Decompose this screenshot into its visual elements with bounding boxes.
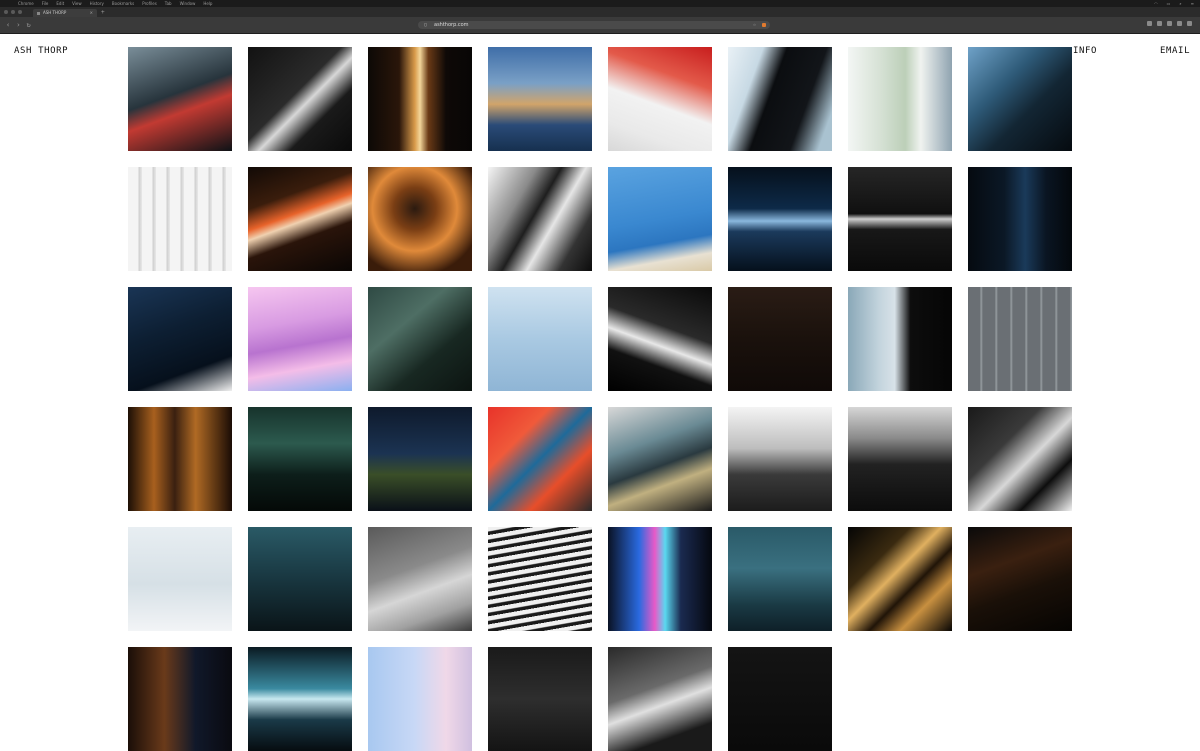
photo-thumbnail[interactable] bbox=[368, 407, 472, 511]
menu-item[interactable]: History bbox=[90, 0, 104, 7]
wifi-icon[interactable]: ◠ bbox=[1154, 0, 1158, 7]
photo-thumbnail[interactable] bbox=[248, 647, 352, 751]
photo-thumbnail[interactable] bbox=[368, 287, 472, 391]
extension-icon[interactable] bbox=[1157, 21, 1162, 26]
photo-thumbnail[interactable] bbox=[608, 287, 712, 391]
close-tab-icon[interactable]: × bbox=[90, 9, 93, 17]
photo-thumbnail[interactable] bbox=[728, 407, 832, 511]
tab-title: ASH THORP bbox=[43, 10, 67, 15]
nav-email-link[interactable]: EMAIL bbox=[1160, 46, 1190, 56]
photo-thumbnail[interactable] bbox=[128, 527, 232, 631]
menu-item[interactable]: File bbox=[42, 0, 49, 7]
photo-thumbnail[interactable] bbox=[968, 407, 1072, 511]
photo-thumbnail[interactable] bbox=[368, 47, 472, 151]
photo-thumbnail[interactable] bbox=[728, 167, 832, 271]
close-window-icon[interactable] bbox=[4, 10, 8, 14]
photo-thumbnail[interactable] bbox=[128, 167, 232, 271]
favicon-icon bbox=[37, 11, 40, 15]
control-center-icon[interactable]: ≡ bbox=[1191, 0, 1194, 7]
status-icons: ◠ ▭ ⌕ ≡ bbox=[1154, 0, 1194, 7]
bookmark-star-icon[interactable]: ☆ bbox=[753, 21, 756, 29]
photo-thumbnail[interactable] bbox=[608, 647, 712, 751]
photo-thumbnail[interactable] bbox=[488, 407, 592, 511]
photo-thumbnail[interactable] bbox=[968, 167, 1072, 271]
browser-toolbar: ‹ › ↻ ▢ ashthorp.com ☆ bbox=[0, 17, 1200, 34]
os-menubar: Chrome File Edit View History Bookmarks … bbox=[0, 0, 1200, 7]
photo-thumbnail[interactable] bbox=[128, 647, 232, 751]
menu-item[interactable]: Window bbox=[180, 0, 196, 7]
url-text[interactable]: ashthorp.com bbox=[434, 21, 469, 29]
photo-thumbnail[interactable] bbox=[848, 407, 952, 511]
app-menus: Chrome File Edit View History Bookmarks … bbox=[18, 0, 212, 7]
photo-thumbnail[interactable] bbox=[248, 287, 352, 391]
search-icon[interactable]: ⌕ bbox=[1179, 0, 1181, 7]
battery-icon[interactable]: ▭ bbox=[1167, 0, 1171, 7]
photo-grid bbox=[128, 47, 1072, 751]
menu-item[interactable]: Tab bbox=[165, 0, 172, 7]
photo-thumbnail[interactable] bbox=[128, 47, 232, 151]
photo-thumbnail[interactable] bbox=[488, 527, 592, 631]
photo-thumbnail[interactable] bbox=[248, 47, 352, 151]
nav-info-link[interactable]: INFO bbox=[1073, 46, 1097, 56]
menu-item[interactable]: Profiles bbox=[142, 0, 157, 7]
extension-icon[interactable] bbox=[1167, 21, 1172, 26]
photo-thumbnail[interactable] bbox=[368, 167, 472, 271]
photo-thumbnail[interactable] bbox=[248, 527, 352, 631]
photo-thumbnail[interactable] bbox=[248, 167, 352, 271]
photo-thumbnail[interactable] bbox=[368, 527, 472, 631]
photo-thumbnail[interactable] bbox=[608, 407, 712, 511]
nav-buttons: ‹ › ↻ bbox=[6, 20, 31, 30]
photo-thumbnail[interactable] bbox=[488, 647, 592, 751]
site-title[interactable]: ASH THORP bbox=[14, 46, 68, 56]
browser-tab[interactable]: ASH THORP × bbox=[33, 9, 97, 17]
back-arrow-icon[interactable]: ‹ bbox=[6, 20, 10, 30]
extension-icon[interactable] bbox=[762, 23, 766, 27]
photo-thumbnail[interactable] bbox=[248, 407, 352, 511]
menu-item[interactable]: View bbox=[72, 0, 82, 7]
forward-arrow-icon[interactable]: › bbox=[16, 20, 20, 30]
tab-strip: ASH THORP × + bbox=[0, 7, 1200, 17]
photo-thumbnail[interactable] bbox=[728, 47, 832, 151]
photo-thumbnail[interactable] bbox=[968, 47, 1072, 151]
photo-thumbnail[interactable] bbox=[368, 647, 472, 751]
photo-thumbnail[interactable] bbox=[848, 47, 952, 151]
menu-item[interactable]: Bookmarks bbox=[112, 0, 134, 7]
photo-thumbnail[interactable] bbox=[488, 167, 592, 271]
menu-dots-icon[interactable] bbox=[1187, 21, 1192, 26]
reload-icon[interactable]: ↻ bbox=[26, 20, 30, 30]
menu-item[interactable]: Help bbox=[203, 0, 212, 7]
new-tab-button[interactable]: + bbox=[101, 9, 105, 17]
photo-thumbnail[interactable] bbox=[488, 47, 592, 151]
extension-icon[interactable] bbox=[1147, 21, 1152, 26]
photo-thumbnail[interactable] bbox=[848, 167, 952, 271]
photo-thumbnail[interactable] bbox=[848, 287, 952, 391]
photo-thumbnail[interactable] bbox=[608, 167, 712, 271]
photo-thumbnail[interactable] bbox=[608, 527, 712, 631]
profile-icon[interactable] bbox=[1177, 21, 1182, 26]
photo-thumbnail[interactable] bbox=[848, 527, 952, 631]
photo-thumbnail[interactable] bbox=[968, 527, 1072, 631]
lock-icon[interactable]: ▢ bbox=[424, 21, 427, 29]
photo-thumbnail[interactable] bbox=[608, 47, 712, 151]
photo-thumbnail[interactable] bbox=[728, 527, 832, 631]
photo-thumbnail[interactable] bbox=[128, 287, 232, 391]
photo-thumbnail[interactable] bbox=[968, 287, 1072, 391]
address-bar[interactable]: ▢ ashthorp.com ☆ bbox=[418, 21, 770, 29]
window-controls bbox=[4, 10, 22, 14]
menu-item[interactable]: Edit bbox=[56, 0, 64, 7]
zoom-window-icon[interactable] bbox=[18, 10, 22, 14]
minimize-window-icon[interactable] bbox=[11, 10, 15, 14]
photo-thumbnail[interactable] bbox=[728, 287, 832, 391]
toolbar-extensions bbox=[1147, 21, 1192, 26]
photo-thumbnail[interactable] bbox=[728, 647, 832, 751]
photo-thumbnail[interactable] bbox=[488, 287, 592, 391]
photo-thumbnail[interactable] bbox=[128, 407, 232, 511]
menu-item[interactable]: Chrome bbox=[18, 0, 34, 7]
